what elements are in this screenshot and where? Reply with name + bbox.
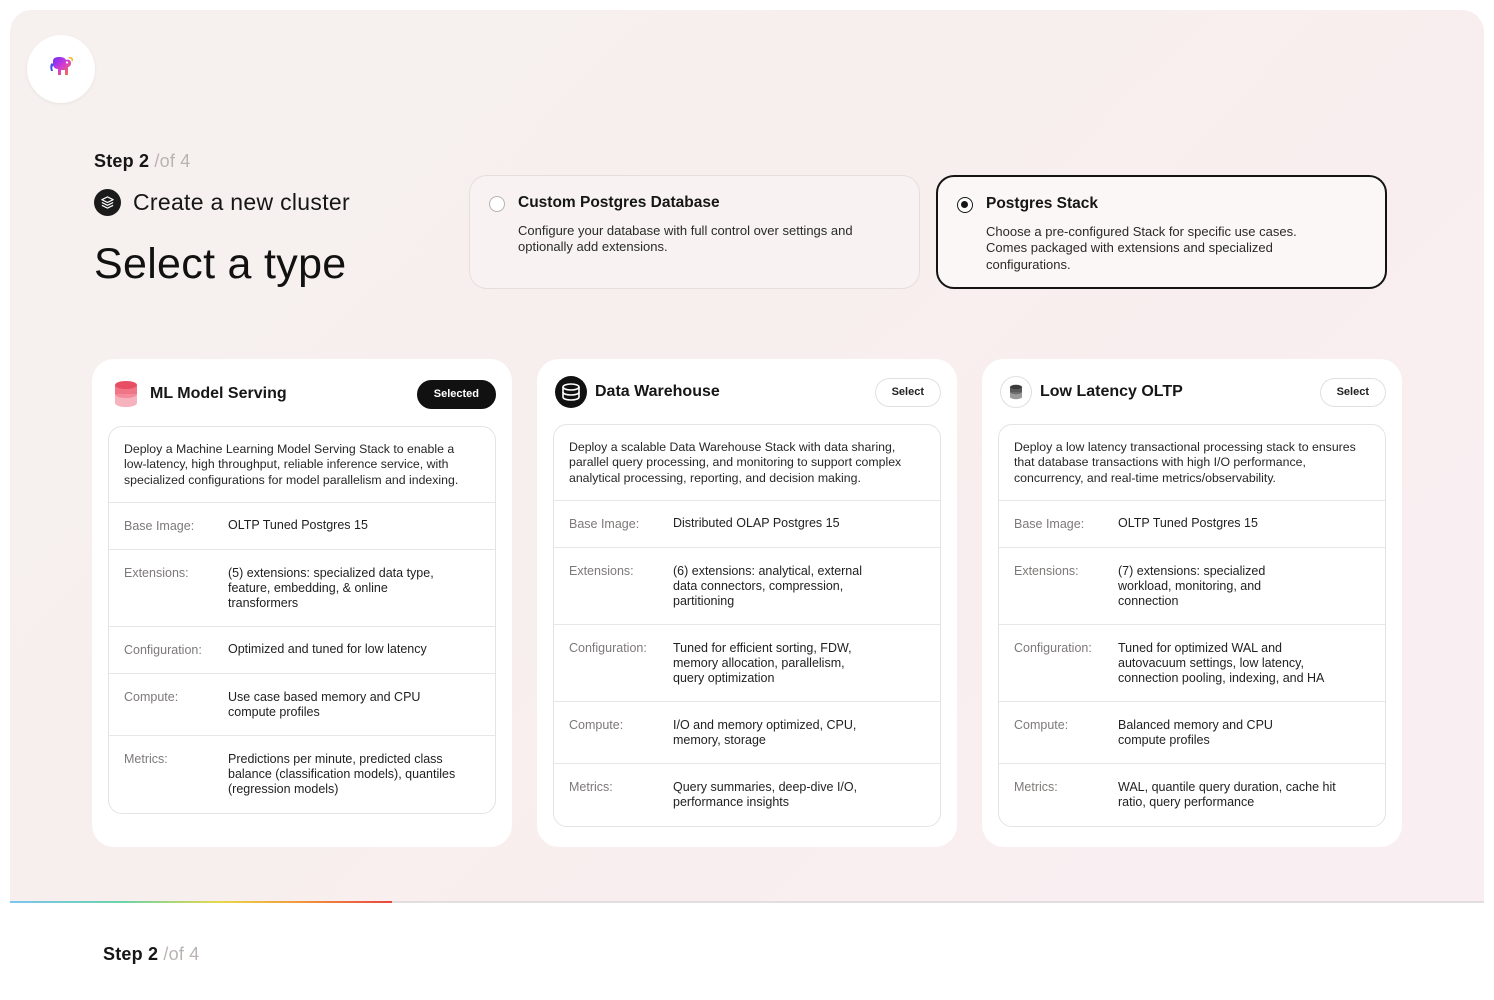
detail-value: Predictions per minute, predicted class … <box>228 751 456 797</box>
selected-button[interactable]: Selected <box>416 379 496 409</box>
detail-row-metrics: Metrics: Query summaries, deep-dive I/O,… <box>554 764 940 826</box>
type-option-description: Configure your database with full contro… <box>518 223 853 255</box>
detail-value: OLTP Tuned Postgres 15 <box>228 518 368 533</box>
stack-description: Deploy a scalable Data Warehouse Stack w… <box>554 425 940 501</box>
detail-label: Metrics: <box>569 779 613 794</box>
stack-card-title: ML Model Serving <box>150 385 287 402</box>
step-current: Step 2 <box>94 151 150 171</box>
select-button[interactable]: Select <box>874 377 941 407</box>
detail-label: Extensions: <box>124 565 189 580</box>
detail-value: (5) extensions: specialized data type, f… <box>228 565 434 611</box>
detail-row-compute: Compute: Balanced memory and CPU compute… <box>999 702 1385 764</box>
type-option-custom-postgres[interactable]: Custom Postgres Database Configure your … <box>469 175 920 289</box>
detail-label: Base Image: <box>124 518 195 533</box>
pink-database-icon <box>110 378 142 410</box>
detail-value: (6) extensions: analytical, external dat… <box>673 563 862 609</box>
detail-label: Configuration: <box>124 642 202 657</box>
detail-label: Compute: <box>569 717 624 732</box>
detail-value: Query summaries, deep-dive I/O, performa… <box>673 779 858 810</box>
select-button[interactable]: Select <box>1319 377 1386 407</box>
detail-value: WAL, quantile query duration, cache hit … <box>1118 779 1336 810</box>
type-option-description: Choose a pre-configured Stack for specif… <box>986 224 1297 272</box>
detail-label: Metrics: <box>1014 779 1058 794</box>
radio-postgres-stack[interactable] <box>957 197 973 213</box>
detail-label: Compute: <box>1014 717 1069 732</box>
detail-label: Extensions: <box>569 563 634 578</box>
detail-row-compute: Compute: I/O and memory optimized, CPU, … <box>554 702 940 764</box>
detail-label: Extensions: <box>1014 563 1079 578</box>
detail-value: Use case based memory and CPU compute pr… <box>228 689 421 720</box>
black-database-icon <box>555 376 587 408</box>
detail-label: Configuration: <box>1014 640 1092 655</box>
type-option-title: Custom Postgres Database <box>518 194 720 211</box>
stack-description: Deploy a low latency transactional proce… <box>999 425 1385 501</box>
app-logo[interactable] <box>27 35 95 103</box>
stack-details: Deploy a Machine Learning Model Serving … <box>108 426 496 814</box>
stack-card-title: Data Warehouse <box>595 383 720 400</box>
stack-card-ml-model-serving[interactable]: ML Model Serving Selected Deploy a Machi… <box>92 359 512 847</box>
stack-details: Deploy a low latency transactional proce… <box>998 424 1386 827</box>
detail-row-base-image: Base Image: OLTP Tuned Postgres 15 <box>999 501 1385 548</box>
detail-label: Base Image: <box>569 516 640 531</box>
create-cluster-label: Create a new cluster <box>133 189 350 215</box>
step-indicator: Step 2 /of 4 <box>94 151 190 172</box>
create-cluster-heading: Create a new cluster <box>94 189 350 216</box>
detail-label: Compute: <box>124 689 179 704</box>
stack-details: Deploy a scalable Data Warehouse Stack w… <box>553 424 941 827</box>
radio-custom-postgres[interactable] <box>489 196 505 212</box>
stack-layers-icon <box>94 189 121 216</box>
detail-row-extensions: Extensions: (7) extensions: specialized … <box>999 548 1385 625</box>
detail-label: Configuration: <box>569 640 647 655</box>
detail-value: Tuned for optimized WAL and autovacuum s… <box>1118 640 1325 686</box>
detail-value: OLTP Tuned Postgres 15 <box>1118 516 1258 531</box>
progress-bar <box>10 901 392 903</box>
detail-row-configuration: Configuration: Tuned for efficient sorti… <box>554 625 940 702</box>
footer-step-indicator: Step 2 /of 4 <box>103 944 199 965</box>
stack-card-low-latency-oltp[interactable]: Low Latency OLTP Select Deploy a low lat… <box>982 359 1402 847</box>
detail-value: I/O and memory optimized, CPU, memory, s… <box>673 717 857 748</box>
detail-row-configuration: Configuration: Optimized and tuned for l… <box>109 627 495 674</box>
detail-row-base-image: Base Image: OLTP Tuned Postgres 15 <box>109 503 495 550</box>
stack-card-data-warehouse[interactable]: Data Warehouse Select Deploy a scalable … <box>537 359 957 847</box>
detail-label: Metrics: <box>124 751 168 766</box>
detail-row-metrics: Metrics: Predictions per minute, predict… <box>109 736 495 813</box>
detail-value: (7) extensions: specialized workload, mo… <box>1118 563 1266 609</box>
stack-card-title: Low Latency OLTP <box>1040 383 1183 400</box>
page-title: Select a type <box>94 240 347 288</box>
detail-label: Base Image: <box>1014 516 1085 531</box>
type-option-title: Postgres Stack <box>986 195 1098 212</box>
detail-row-configuration: Configuration: Tuned for optimized WAL a… <box>999 625 1385 702</box>
detail-row-base-image: Base Image: Distributed OLAP Postgres 15 <box>554 501 940 548</box>
detail-row-extensions: Extensions: (6) extensions: analytical, … <box>554 548 940 625</box>
detail-value: Optimized and tuned for low latency <box>228 642 427 657</box>
detail-value: Balanced memory and CPU compute profiles <box>1118 717 1273 748</box>
detail-row-extensions: Extensions: (5) extensions: specialized … <box>109 550 495 627</box>
footer-step-current: Step 2 <box>103 944 159 964</box>
elephant-logo-icon <box>48 55 74 84</box>
step-total: /of 4 <box>154 151 191 171</box>
detail-value: Distributed OLAP Postgres 15 <box>673 516 840 531</box>
stack-description: Deploy a Machine Learning Model Serving … <box>109 427 495 503</box>
detail-value: Tuned for efficient sorting, FDW, memory… <box>673 640 852 686</box>
detail-row-metrics: Metrics: WAL, quantile query duration, c… <box>999 764 1385 826</box>
type-option-postgres-stack[interactable]: Postgres Stack Choose a pre-configured S… <box>936 175 1387 289</box>
grey-database-icon <box>1000 376 1032 408</box>
footer-step-total: /of 4 <box>163 944 200 964</box>
detail-row-compute: Compute: Use case based memory and CPU c… <box>109 674 495 736</box>
